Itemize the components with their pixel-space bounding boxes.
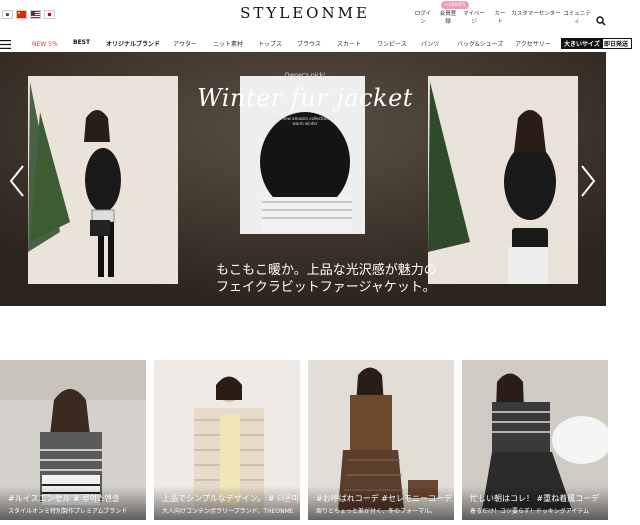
search-icon[interactable] <box>596 16 606 26</box>
nav-same-day[interactable]: 即日発送 <box>600 38 633 49</box>
card-desc: 周りとちょっと差が付く、冬のフォーマル。 <box>316 508 437 515</box>
nav-onepiece[interactable]: ワンピース <box>377 39 407 48</box>
card-tag: 上品でシンプルなデザイン。 # 더온미 <box>162 494 300 503</box>
card-luis-encel[interactable]: #ルイスエンセル # 루이스엔셀 スタイルオンミ特別製作プレミアムブランド <box>0 360 146 520</box>
community-link[interactable]: コミュニテ ィ <box>562 10 592 26</box>
nav-bags-shoes[interactable]: バッグ&シューズ <box>457 39 503 48</box>
nav-best[interactable]: BEST <box>73 39 90 46</box>
hamburger-menu-icon[interactable] <box>0 40 11 49</box>
nav-tops[interactable]: トップス <box>258 39 282 48</box>
nav-outer[interactable]: アウター <box>173 39 197 48</box>
prev-arrow-icon[interactable] <box>8 164 26 198</box>
hero-copy: もこもこ暖か。上品な光沢感が魅力の フェイクラビットファージャケット。 <box>216 262 437 296</box>
card-desc: 着るだけ！コツ要らず！ドッキングアイテム <box>470 508 590 515</box>
hero-subtitle: our new amazon collection for warm winte… <box>274 116 336 126</box>
mypage-link[interactable]: マイペー ジ <box>462 10 486 26</box>
hero-copy-line1: もこもこ暖か。上品な光沢感が魅力の <box>216 263 437 278</box>
nav-skirt[interactable]: スカート <box>337 39 361 48</box>
card-caption: #お呼ばれコーデ #セレモニーコーデ 周りとちょっと差が付く、冬のフォーマル。 <box>308 486 454 520</box>
hero-pick-label: Owner's pick! <box>284 72 326 79</box>
hero-title: Winter fur jacket <box>197 84 413 112</box>
card-theonme[interactable]: 上品でシンプルなデザイン。 # 더온미 大人向けコンテンポラリーブランド、THE… <box>154 360 300 520</box>
top-bar: STYLEONME +5000円 ログイ ン 会員登 録 マイペー ジ カー ト… <box>0 0 640 32</box>
nav-knit[interactable]: ニット素材 <box>213 39 243 48</box>
signup-bonus-badge: +5000円 <box>441 1 469 9</box>
card-docking-item[interactable]: 忙しい朝はコレ！ #重ね着風コーデ 着るだけ！コツ要らず！ドッキングアイテム <box>462 360 608 520</box>
next-arrow-icon[interactable] <box>579 164 597 198</box>
hero-copy-line2: フェイクラビットファージャケット。 <box>216 280 436 295</box>
card-tag: #ルイスエンセル # 루이스엔셀 <box>8 494 120 503</box>
card-caption: #ルイスエンセル # 루이스엔셀 スタイルオンミ特別製作プレミアムブランド <box>0 486 146 520</box>
card-caption: 上品でシンプルなデザイン。 # 더온미 大人向けコンテンポラリーブランド、THE… <box>154 486 300 520</box>
nav-new[interactable]: NEW 5％ <box>32 39 58 48</box>
nav-blouse[interactable]: ブラウス <box>297 39 321 48</box>
card-formal[interactable]: #お呼ばれコーデ #セレモニーコーデ 周りとちょっと差が付く、冬のフォーマル。 <box>308 360 454 520</box>
card-tag: #お呼ばれコーデ #セレモニーコーデ <box>316 494 452 503</box>
card-desc: スタイルオンミ特別製作プレミアムブランド <box>8 508 128 515</box>
customer-center-link[interactable]: カスタマーセンター <box>511 10 561 18</box>
card-caption: 忙しい朝はコレ！ #重ね着風コーデ 着るだけ！コツ要らず！ドッキングアイテム <box>462 486 608 520</box>
signup-link[interactable]: 会員登 録 <box>437 10 459 26</box>
login-link[interactable]: ログイ ン <box>412 10 434 26</box>
nav-large-size[interactable]: 大きいサイズ <box>561 38 603 49</box>
hero-banner[interactable]: Owner's pick! Winter fur jacket our new … <box>0 52 606 306</box>
cart-link[interactable]: カー ト <box>490 10 510 26</box>
card-desc: 大人向けコンテンポラリーブランド、THEONME <box>162 508 294 515</box>
nav-accessory[interactable]: アクセサリー <box>515 39 551 48</box>
nav-original-brand[interactable]: オリジナルブランド <box>106 39 160 48</box>
nav-pants[interactable]: パンツ <box>421 39 439 48</box>
card-tag: 忙しい朝はコレ！ #重ね着風コーデ <box>470 494 600 503</box>
